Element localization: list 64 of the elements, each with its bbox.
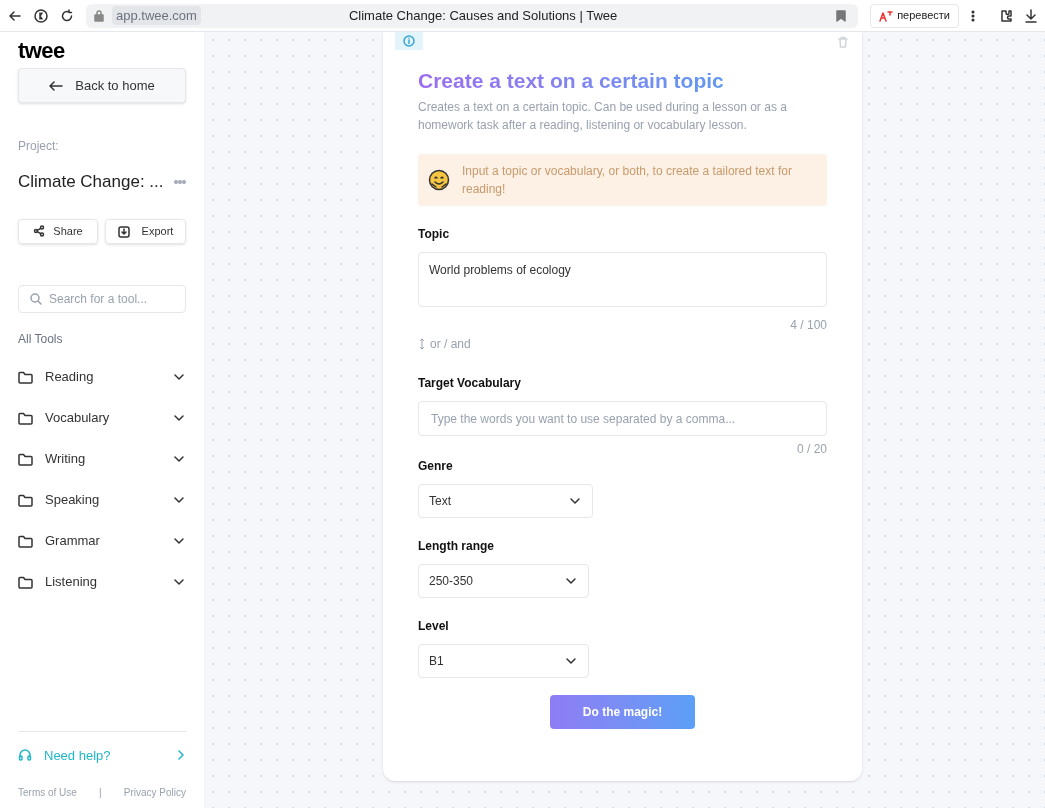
info-icon bbox=[403, 35, 415, 47]
back-arrow-icon[interactable] bbox=[8, 8, 22, 23]
browser-logo-icon[interactable] bbox=[34, 8, 48, 23]
dropdown[interactable]: Text bbox=[418, 484, 593, 518]
field-label: Target Vocabulary bbox=[418, 375, 522, 392]
field-label: Length range bbox=[418, 538, 495, 555]
tool-category[interactable]: Vocabulary bbox=[18, 407, 186, 429]
folder-icon bbox=[18, 452, 33, 466]
section-heading: All Tools bbox=[18, 330, 64, 348]
back-button[interactable]: Back to home bbox=[18, 68, 186, 103]
page-title: Climate Change: Causes and Solutions | Twee bbox=[348, 6, 618, 25]
project-name: Climate Change: ... bbox=[18, 171, 164, 193]
field-label: Level bbox=[418, 618, 450, 635]
export-button[interactable]: Export bbox=[105, 218, 186, 244]
lock-icon bbox=[94, 9, 104, 22]
separator-text: or / and bbox=[430, 336, 471, 353]
share-icon bbox=[33, 225, 46, 237]
back-arrow-icon bbox=[49, 79, 64, 92]
folder-icon bbox=[18, 411, 33, 425]
up-down-arrow-icon bbox=[418, 338, 426, 350]
dropdown[interactable]: B1 bbox=[418, 644, 589, 678]
character-counter: 4 / 100 bbox=[789, 317, 827, 333]
category-label: Vocabulary bbox=[45, 409, 111, 428]
field-label: Genre bbox=[418, 458, 454, 475]
character-counter: 0 / 20 bbox=[795, 441, 827, 457]
tool-category[interactable]: Reading bbox=[18, 366, 186, 388]
search-field[interactable]: Search for a tool... bbox=[18, 284, 186, 313]
share-button[interactable]: Share bbox=[18, 218, 98, 244]
category-label: Speaking bbox=[45, 491, 101, 510]
tool-category[interactable]: Grammar bbox=[18, 530, 186, 552]
tool-category[interactable]: Writing bbox=[18, 448, 186, 470]
folder-icon bbox=[18, 370, 33, 384]
reload-icon[interactable] bbox=[60, 8, 74, 23]
vocabulary-field[interactable]: Type the words you want to use separated by a comma... bbox=[418, 401, 827, 436]
category-label: Grammar bbox=[45, 532, 101, 551]
project-label: Project: bbox=[18, 138, 60, 155]
tip-text: Input a topic or vocabulary, or both, to create a tailored text for reading! bbox=[462, 163, 793, 198]
search-icon bbox=[30, 292, 42, 305]
tool-category[interactable]: Speaking bbox=[18, 489, 186, 511]
dropdown[interactable]: 250-350 bbox=[418, 564, 589, 598]
translate-button[interactable]: перевести bbox=[870, 3, 959, 28]
category-label: Writing bbox=[45, 450, 87, 469]
folder-icon bbox=[18, 493, 33, 507]
export-icon bbox=[117, 224, 130, 238]
category-label: Reading bbox=[45, 368, 95, 387]
bookmark-icon[interactable] bbox=[836, 9, 847, 22]
download-icon[interactable] bbox=[1025, 8, 1037, 23]
url-text: app.twee.com bbox=[112, 5, 201, 26]
separator: | bbox=[99, 786, 102, 800]
extensions-icon[interactable] bbox=[999, 8, 1013, 23]
category-label: Listening bbox=[45, 573, 99, 592]
folder-icon bbox=[18, 575, 33, 589]
description: Creates a text on a certain topic. Can be used during a lesson or as a homework task after a reading, listening or vocabulary lesson. bbox=[418, 99, 788, 134]
topic-field[interactable]: World problems of ecology bbox=[418, 252, 827, 307]
headset-icon bbox=[18, 748, 32, 763]
folder-icon bbox=[18, 534, 33, 548]
translate-icon bbox=[879, 9, 894, 22]
more-icon[interactable] bbox=[971, 8, 975, 23]
field-label: Topic bbox=[418, 226, 451, 243]
address-bar[interactable]: app.twee.com Climate Change: Causes and Solutions | Twee bbox=[86, 3, 859, 28]
logo: twee bbox=[18, 37, 66, 65]
tool-category[interactable]: Listening bbox=[18, 571, 186, 593]
smiley-icon bbox=[428, 169, 450, 191]
chevron-right-icon bbox=[176, 749, 186, 762]
